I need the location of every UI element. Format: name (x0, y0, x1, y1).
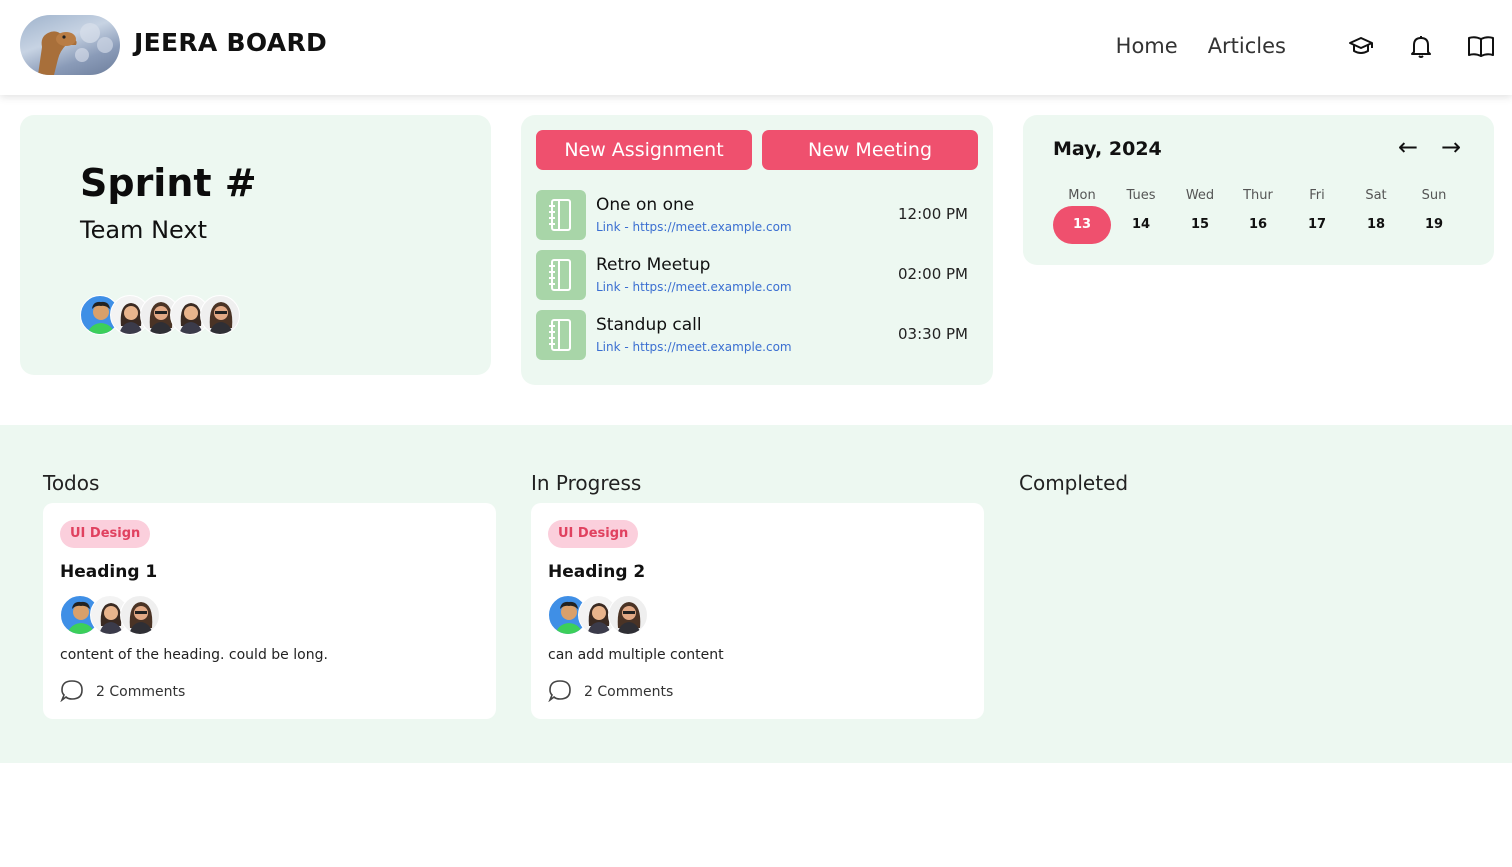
calendar-date[interactable]: 17 (1288, 206, 1346, 244)
comment-icon (60, 678, 84, 706)
meeting-link[interactable]: Link - https://meet.example.com (596, 220, 792, 234)
task-card[interactable]: UI Design Heading 2 can add multiple con… (531, 503, 984, 719)
calendar-weekday: Sun (1421, 188, 1447, 203)
meeting-item[interactable]: Retro Meetup Link - https://meet.example… (536, 250, 978, 300)
notebook-icon (536, 190, 586, 240)
calendar-date[interactable]: 15 (1171, 206, 1229, 244)
task-content: can add multiple content (548, 647, 724, 663)
column-title-completed: Completed (1019, 471, 1129, 495)
column-title-todos: Todos (43, 471, 100, 495)
prev-week-arrow-icon[interactable]: ← (1398, 133, 1418, 161)
task-tag: UI Design (60, 520, 151, 548)
comments-link[interactable]: 2 Comments (548, 679, 673, 705)
calendar-date[interactable]: 19 (1405, 206, 1463, 244)
graduation-cap-icon[interactable] (1346, 31, 1376, 61)
new-meeting-button[interactable]: New Meeting (762, 130, 978, 170)
logo[interactable] (20, 15, 120, 75)
meeting-title: Standup call (596, 315, 702, 335)
top-nav: Home Articles (1116, 24, 1496, 68)
next-week-arrow-icon[interactable]: → (1441, 133, 1461, 161)
nav-home-link[interactable]: Home (1116, 34, 1178, 58)
meeting-title: Retro Meetup (596, 255, 711, 275)
task-tag: UI Design (548, 520, 639, 548)
calendar-weekday: Thur (1243, 188, 1273, 203)
calendar-weekday: Fri (1309, 188, 1325, 203)
calendar-date[interactable]: 16 (1229, 206, 1287, 244)
notebook-icon (536, 310, 586, 360)
meeting-title: One on one (596, 195, 695, 215)
task-heading: Heading 2 (548, 562, 646, 582)
meetings-card: New Assignment New Meeting One on one Li… (521, 115, 993, 385)
book-icon[interactable] (1466, 31, 1496, 61)
calendar-weekday: Mon (1068, 188, 1096, 203)
sprint-card: Sprint # Team Next (20, 115, 491, 375)
meeting-time: 03:30 PM (898, 325, 968, 343)
meeting-link[interactable]: Link - https://meet.example.com (596, 280, 792, 294)
meeting-item[interactable]: One on one Link - https://meet.example.c… (536, 190, 978, 240)
comments-count: 2 Comments (584, 684, 674, 700)
calendar-card: May, 2024 ← → Mon Tues Wed Thur Fri Sat … (1023, 115, 1494, 265)
task-content: content of the heading. could be long. (60, 647, 328, 663)
notebook-icon (536, 250, 586, 300)
task-assignees (548, 595, 648, 635)
calendar-month: May, 2024 (1053, 138, 1162, 160)
team-members (80, 295, 240, 335)
top-header: JEERA BOARD Home Articles (0, 0, 1512, 95)
avatar[interactable] (120, 595, 160, 635)
calendar-date[interactable]: 14 (1112, 206, 1170, 244)
comment-icon (548, 678, 572, 706)
meeting-link[interactable]: Link - https://meet.example.com (596, 340, 792, 354)
comments-count: 2 Comments (96, 684, 186, 700)
bell-icon[interactable] (1406, 31, 1436, 61)
calendar-weekday: Tues (1126, 188, 1156, 203)
calendar-weekday: Wed (1185, 188, 1215, 203)
meeting-time: 02:00 PM (898, 265, 968, 283)
task-assignees (60, 595, 160, 635)
avatar[interactable] (200, 295, 240, 335)
meeting-time: 12:00 PM (898, 205, 968, 223)
team-name: Team Next (80, 216, 207, 244)
task-card[interactable]: UI Design Heading 1 content of the headi… (43, 503, 496, 719)
calendar-date-selected[interactable]: 13 (1053, 206, 1111, 244)
sprint-title: Sprint # (80, 161, 257, 205)
meeting-item[interactable]: Standup call Link - https://meet.example… (536, 310, 978, 360)
brand-title: JEERA BOARD (134, 28, 328, 57)
nav-articles-link[interactable]: Articles (1208, 34, 1286, 58)
calendar-date[interactable]: 18 (1347, 206, 1405, 244)
avatar[interactable] (608, 595, 648, 635)
column-title-in-progress: In Progress (531, 471, 642, 495)
task-heading: Heading 1 (60, 562, 158, 582)
calendar-weekday: Sat (1365, 188, 1387, 203)
comments-link[interactable]: 2 Comments (60, 679, 185, 705)
new-assignment-button[interactable]: New Assignment (536, 130, 752, 170)
kanban-board: Todos In Progress Completed UI Design He… (0, 425, 1512, 763)
